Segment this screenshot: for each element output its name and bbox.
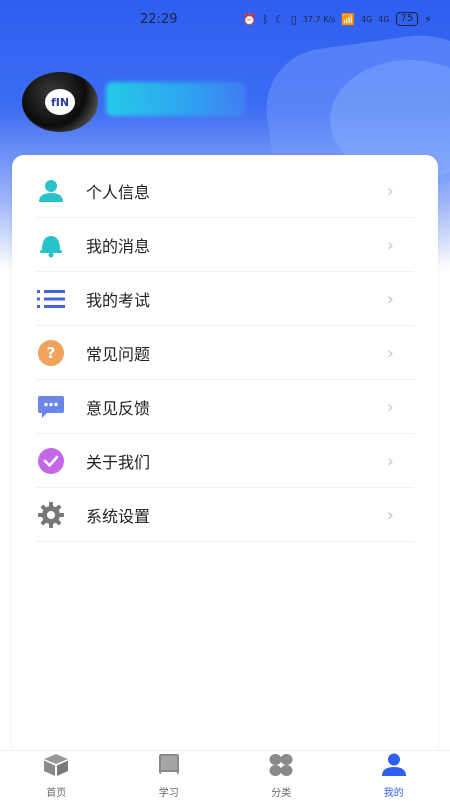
- menu-item-about-us[interactable]: 关于我们 ›: [36, 435, 414, 488]
- profile-section[interactable]: fIN: [22, 72, 246, 132]
- menu-item-personal-info[interactable]: 个人信息 ›: [36, 165, 414, 218]
- menu-list: 个人信息 › 我的消息 ›: [36, 165, 414, 543]
- question-icon: ?: [36, 338, 66, 368]
- user-icon: [36, 176, 66, 206]
- menu-item-label: 我的消息: [86, 233, 387, 257]
- book-icon: [157, 753, 181, 781]
- bluetooth-icon: ᛒ: [262, 13, 269, 26]
- status-icons: ⏰ ᛒ ☾ ▯ 37.7 K/s 📶 4G 4G 75 ⚡: [243, 12, 432, 26]
- gear-icon: [36, 500, 66, 530]
- menu-item-settings[interactable]: 系统设置 ›: [36, 489, 414, 542]
- tab-home[interactable]: 首页: [0, 751, 113, 801]
- vibrate-icon: ▯: [291, 13, 297, 26]
- menu-item-label: 常见问题: [86, 341, 387, 365]
- tab-label: 我的: [384, 784, 404, 799]
- alarm-icon: ⏰: [243, 13, 257, 26]
- check-badge-icon: [36, 446, 66, 476]
- moon-icon: ☾: [275, 13, 285, 26]
- feedback-icon: [36, 392, 66, 422]
- grid-icon: [268, 753, 294, 781]
- svg-text:?: ?: [47, 344, 56, 362]
- chevron-right-icon: ›: [387, 235, 394, 256]
- chevron-right-icon: ›: [387, 343, 394, 364]
- signal-1: 4G: [361, 15, 372, 24]
- status-bar: 22:29 ⏰ ᛒ ☾ ▯ 37.7 K/s 📶 4G 4G 75 ⚡: [0, 0, 450, 40]
- profile-name-blurred: [106, 82, 246, 116]
- network-speed: 37.7 K/s: [303, 15, 335, 24]
- tab-label: 分类: [271, 784, 291, 799]
- bottom-tab-bar: 首页 学习 分类 我的: [0, 750, 450, 801]
- tab-mine[interactable]: 我的: [338, 751, 450, 801]
- menu-item-label: 系统设置: [86, 503, 387, 527]
- chevron-right-icon: ›: [387, 289, 394, 310]
- status-time: 22:29: [140, 12, 177, 27]
- chevron-right-icon: ›: [387, 397, 394, 418]
- person-icon: [381, 753, 407, 781]
- menu-item-label: 意见反馈: [86, 395, 387, 419]
- chevron-right-icon: ›: [387, 505, 394, 526]
- tab-label: 首页: [46, 784, 66, 799]
- battery-indicator: 75: [396, 12, 419, 26]
- menu-item-exams[interactable]: 我的考试 ›: [36, 273, 414, 326]
- chevron-right-icon: ›: [387, 451, 394, 472]
- avatar[interactable]: fIN: [22, 72, 98, 132]
- tab-study[interactable]: 学习: [113, 751, 226, 801]
- menu-item-feedback[interactable]: 意见反馈 ›: [36, 381, 414, 434]
- menu-item-label: 关于我们: [86, 449, 387, 473]
- menu-item-faq[interactable]: ? 常见问题 ›: [36, 327, 414, 380]
- signal-2: 4G: [378, 15, 389, 24]
- charging-icon: ⚡: [424, 13, 432, 26]
- menu-card: 个人信息 › 我的消息 ›: [12, 155, 438, 755]
- list-icon: [36, 284, 66, 314]
- menu-item-label: 个人信息: [86, 179, 387, 203]
- bell-icon: [36, 230, 66, 260]
- menu-item-label: 我的考试: [86, 287, 387, 311]
- tab-label: 学习: [159, 784, 179, 799]
- box-icon: [43, 753, 69, 781]
- menu-item-messages[interactable]: 我的消息 ›: [36, 219, 414, 272]
- tab-category[interactable]: 分类: [225, 751, 338, 801]
- wifi-icon: 📶: [341, 13, 355, 26]
- avatar-logo: fIN: [45, 89, 75, 115]
- chevron-right-icon: ›: [387, 181, 394, 202]
